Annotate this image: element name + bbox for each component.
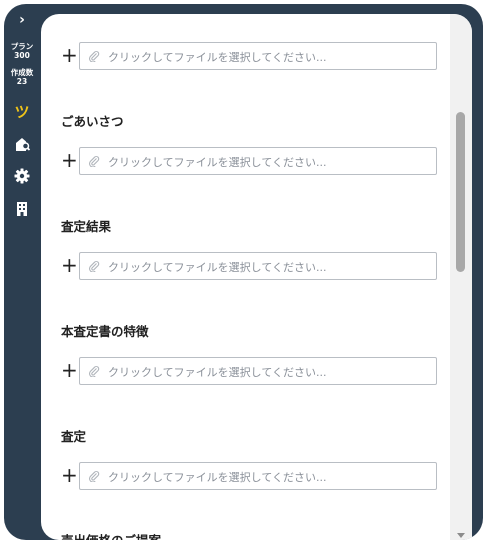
file-picker-input[interactable]: クリックしてファイルを選択してください... bbox=[79, 462, 437, 490]
add-file-button[interactable]: + bbox=[61, 464, 78, 488]
section-title-appraisal-result: 査定結果 bbox=[61, 219, 112, 234]
section-title-appraisal: 査定 bbox=[61, 429, 87, 444]
add-file-button[interactable]: + bbox=[61, 44, 78, 68]
add-file-button[interactable]: + bbox=[61, 149, 78, 173]
file-picker-placeholder: クリックしてファイルを選択してください... bbox=[108, 261, 327, 274]
brand-logo-icon[interactable]: ツ bbox=[4, 101, 40, 122]
main-content: + クリックしてファイルを選択してください... ごあいさつ + クリックしてフ… bbox=[41, 14, 472, 540]
upload-row: + クリックしてファイルを選択してください... bbox=[61, 42, 437, 70]
file-picker-placeholder: クリックしてファイルを選択してください... bbox=[108, 471, 327, 484]
upload-row: + クリックしてファイルを選択してください... bbox=[61, 147, 437, 175]
building-icon[interactable] bbox=[13, 200, 31, 218]
add-file-button[interactable]: + bbox=[61, 359, 78, 383]
paperclip-icon bbox=[89, 366, 100, 377]
scrollbar-thumb[interactable] bbox=[456, 112, 465, 272]
created-count-label: 作成数 bbox=[10, 68, 34, 77]
paperclip-icon bbox=[89, 471, 100, 482]
upload-row: + クリックしてファイルを選択してください... bbox=[61, 462, 437, 490]
file-picker-input[interactable]: クリックしてファイルを選択してください... bbox=[79, 252, 437, 280]
file-picker-placeholder: クリックしてファイルを選択してください... bbox=[108, 156, 327, 169]
paperclip-icon bbox=[89, 51, 100, 62]
file-picker-input[interactable]: クリックしてファイルを選択してください... bbox=[79, 42, 437, 70]
file-picker-placeholder: クリックしてファイルを選択してください... bbox=[108, 366, 327, 379]
file-picker-placeholder: クリックしてファイルを選択してください... bbox=[108, 51, 327, 64]
add-file-button[interactable]: + bbox=[61, 254, 78, 278]
house-search-icon[interactable] bbox=[13, 135, 31, 153]
gear-icon[interactable] bbox=[13, 167, 31, 185]
created-count-value: 23 bbox=[16, 77, 28, 86]
upload-row: + クリックしてファイルを選択してください... bbox=[61, 357, 437, 385]
upload-row: + クリックしてファイルを選択してください... bbox=[61, 252, 437, 280]
file-picker-input[interactable]: クリックしてファイルを選択してください... bbox=[79, 357, 437, 385]
vertical-scrollbar[interactable] bbox=[450, 14, 472, 540]
expand-sidebar-button[interactable]: › bbox=[4, 12, 40, 28]
section-title-listing-price-proposal: 売出価格のご提案 bbox=[61, 530, 161, 540]
plan-label: プラン bbox=[10, 42, 34, 51]
sidebar: › プラン 300 作成数 23 ツ bbox=[4, 4, 40, 540]
paperclip-icon bbox=[89, 261, 100, 272]
app-window: › プラン 300 作成数 23 ツ + クリックしてファイルを選択してください… bbox=[4, 4, 483, 540]
section-title-report-features: 本査定書の特徴 bbox=[61, 324, 149, 339]
section-title-greeting: ごあいさつ bbox=[61, 114, 124, 129]
paperclip-icon bbox=[89, 156, 100, 167]
scroll-down-arrow-icon[interactable] bbox=[457, 533, 465, 538]
plan-value: 300 bbox=[14, 51, 30, 60]
file-picker-input[interactable]: クリックしてファイルを選択してください... bbox=[79, 147, 437, 175]
